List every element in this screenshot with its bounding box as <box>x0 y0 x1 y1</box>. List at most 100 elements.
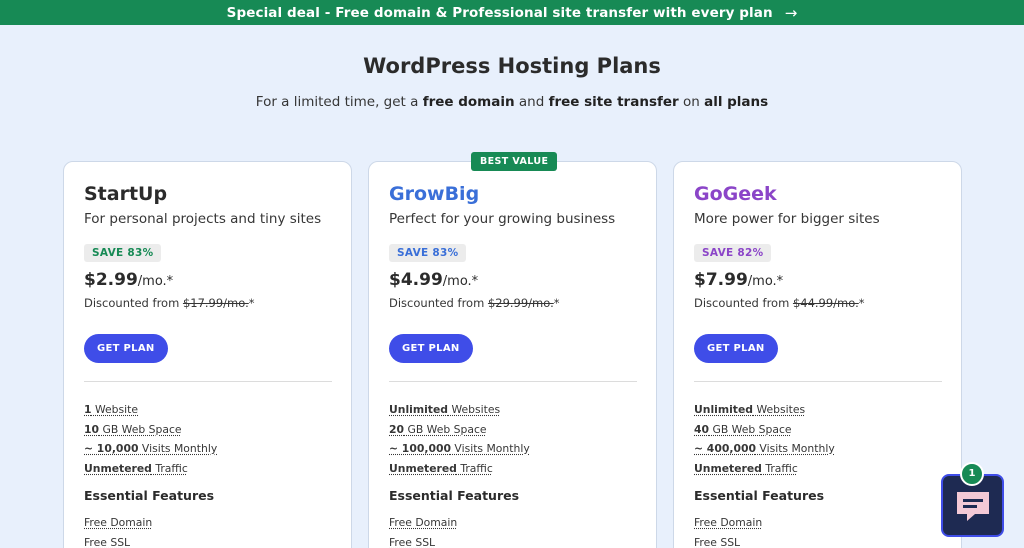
plan-price: $4.99/mo.* <box>389 268 637 294</box>
feature-item[interactable]: ~ 400,000 Visits Monthly <box>694 439 942 459</box>
plan-name: GoGeek <box>694 183 777 205</box>
essential-feature-item[interactable]: Free Domain <box>389 513 637 533</box>
chat-bubble-icon <box>956 491 989 521</box>
get-plan-button[interactable]: GET PLAN <box>389 334 473 363</box>
feature-strong: Unmetered <box>84 461 152 475</box>
feature-item[interactable]: Unlimited Websites <box>694 400 942 420</box>
feature-list: Unlimited Websites 40 GB Web Space ~ 400… <box>694 400 942 478</box>
subtitle-text: on <box>678 94 705 110</box>
discount-label: Discounted from <box>84 296 180 310</box>
feature-strong: ~ 10,000 <box>84 442 139 455</box>
best-value-badge: BEST VALUE <box>471 152 558 171</box>
essential-feature-list: Free Domain Free SSL <box>694 513 942 548</box>
plan-card-growbig: GrowBig Perfect for your growing busines… <box>368 161 657 548</box>
feature-rest: Traffic <box>456 461 493 475</box>
feature-list: 1 Website 10 GB Web Space ~ 10,000 Visit… <box>84 400 332 478</box>
essential-features-title: Essential Features <box>389 488 520 503</box>
old-price: $17.99/mo. <box>182 296 249 310</box>
price-amount: $2.99 <box>84 270 138 290</box>
essential-feature-item[interactable]: Free Domain <box>694 513 942 533</box>
price-amount: $7.99 <box>694 270 748 290</box>
arrow-right-icon: → <box>784 3 798 22</box>
feature-rest: Website <box>91 403 138 416</box>
subtitle-highlight: free site transfer <box>548 94 679 110</box>
price-amount: $4.99 <box>389 270 443 290</box>
discount-text: Discounted from $44.99/mo.* <box>694 296 942 310</box>
save-badge: SAVE 82% <box>694 244 772 262</box>
feature-strong: Unmetered <box>694 461 762 475</box>
feature-strong: 10 <box>84 422 100 436</box>
feature-rest: Visits Monthly <box>138 442 218 455</box>
feature-item[interactable]: 1 Website <box>84 400 332 420</box>
save-badge: SAVE 83% <box>84 244 162 262</box>
old-price-suffix: * <box>248 296 255 310</box>
promo-banner[interactable]: Special deal - Free domain & Professiona… <box>0 0 1024 25</box>
feature-rest: GB Web Space <box>99 422 182 436</box>
feature-rest: GB Web Space <box>404 422 487 436</box>
divider <box>389 381 637 382</box>
plan-description: Perfect for your growing business <box>389 211 616 227</box>
plan-price: $2.99/mo.* <box>84 268 332 294</box>
divider <box>84 381 332 382</box>
feature-item[interactable]: 20 GB Web Space <box>389 420 637 440</box>
essential-feature-list: Free Domain Free SSL <box>84 513 332 548</box>
essential-feature-item[interactable]: Free Domain <box>84 513 332 533</box>
price-unit: /mo.* <box>137 274 174 289</box>
feature-item[interactable]: ~ 100,000 Visits Monthly <box>389 439 637 459</box>
feature-item[interactable]: Unmetered Traffic <box>389 459 637 479</box>
old-price-suffix: * <box>858 296 865 310</box>
feature-rest: Websites <box>753 403 806 416</box>
page-subtitle: For a limited time, get a free domain an… <box>0 94 1024 110</box>
discount-label: Discounted from <box>694 296 790 310</box>
plan-description: More power for bigger sites <box>694 211 880 227</box>
feature-item[interactable]: Unlimited Websites <box>389 400 637 420</box>
get-plan-button[interactable]: GET PLAN <box>694 334 778 363</box>
promo-banner-text: Special deal - Free domain & Professiona… <box>226 4 773 21</box>
discount-text: Discounted from $29.99/mo.* <box>389 296 637 310</box>
feature-item[interactable]: Unmetered Traffic <box>694 459 942 479</box>
feature-rest: Websites <box>448 403 501 416</box>
price-unit: /mo.* <box>442 274 479 289</box>
feature-list: Unlimited Websites 20 GB Web Space ~ 100… <box>389 400 637 478</box>
essential-feature-item[interactable]: Free SSL <box>694 533 942 548</box>
feature-item[interactable]: Unmetered Traffic <box>84 459 332 479</box>
feature-strong: Unlimited <box>389 403 449 416</box>
old-price-suffix: * <box>553 296 560 310</box>
feature-strong: Unlimited <box>694 403 754 416</box>
subtitle-highlight: all plans <box>704 94 769 110</box>
subtitle-highlight: free domain <box>422 94 515 110</box>
plan-card-gogeek: GoGeek More power for bigger sites SAVE … <box>673 161 962 548</box>
old-price: $29.99/mo. <box>487 296 554 310</box>
feature-strong: 20 <box>389 422 405 436</box>
feature-item[interactable]: 10 GB Web Space <box>84 420 332 440</box>
feature-item[interactable]: ~ 10,000 Visits Monthly <box>84 439 332 459</box>
plan-name: GrowBig <box>389 183 480 205</box>
feature-rest: Traffic <box>151 461 188 475</box>
old-price: $44.99/mo. <box>792 296 859 310</box>
essential-feature-item[interactable]: Free SSL <box>84 533 332 548</box>
save-badge: SAVE 83% <box>389 244 467 262</box>
subtitle-text: and <box>514 94 549 110</box>
feature-strong: ~ 400,000 <box>694 442 756 455</box>
get-plan-button[interactable]: GET PLAN <box>84 334 168 363</box>
essential-feature-list: Free Domain Free SSL <box>389 513 637 548</box>
feature-strong: 40 <box>694 422 710 436</box>
discount-text: Discounted from $17.99/mo.* <box>84 296 332 310</box>
price-unit: /mo.* <box>747 274 784 289</box>
page-title: WordPress Hosting Plans <box>363 54 661 78</box>
plan-name: StartUp <box>84 183 168 205</box>
plan-description: For personal projects and tiny sites <box>84 211 322 227</box>
feature-rest: Visits Monthly <box>450 442 530 455</box>
feature-item[interactable]: 40 GB Web Space <box>694 420 942 440</box>
essential-features-title: Essential Features <box>694 488 825 503</box>
feature-rest: GB Web Space <box>709 422 792 436</box>
feature-rest: Visits Monthly <box>755 442 835 455</box>
plan-card-startup: StartUp For personal projects and tiny s… <box>63 161 352 548</box>
divider <box>694 381 942 382</box>
subtitle-text: For a limited time, get a <box>255 94 423 110</box>
chat-notification-badge: 1 <box>960 462 984 486</box>
feature-rest: Traffic <box>761 461 798 475</box>
essential-feature-item[interactable]: Free SSL <box>389 533 637 548</box>
plan-price: $7.99/mo.* <box>694 268 942 294</box>
discount-label: Discounted from <box>389 296 485 310</box>
